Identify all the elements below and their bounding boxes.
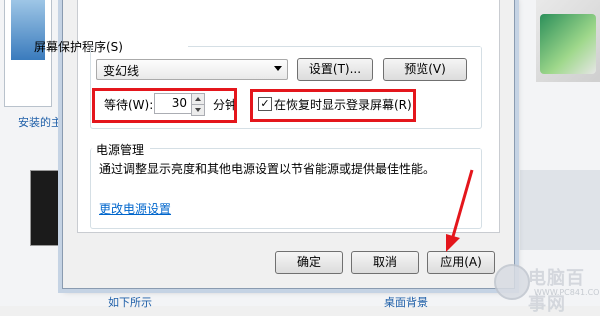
red-arrow-annotation	[446, 169, 474, 252]
arrow-head	[446, 234, 460, 252]
watermark-logo-icon	[494, 264, 530, 300]
arrow-shaft	[450, 169, 474, 241]
watermark-url: WWW.PC841.COM	[534, 288, 600, 297]
site-watermark: 电脑百事网 WWW.PC841.COM	[494, 262, 600, 315]
